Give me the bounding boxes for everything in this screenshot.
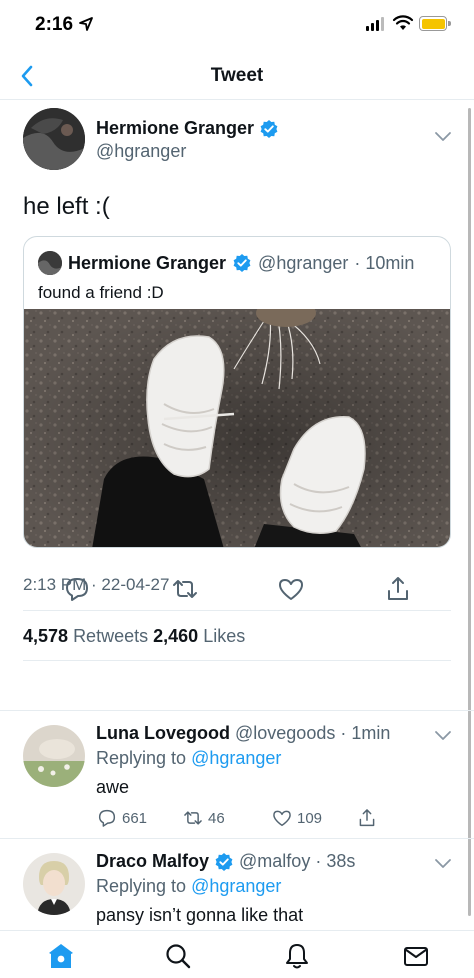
tweet-stats[interactable]: 4,578 Retweets 2,460 Likes xyxy=(23,626,245,647)
tweet-text: he left :( xyxy=(23,193,110,220)
search-icon[interactable] xyxy=(163,941,193,971)
chevron-down-icon[interactable] xyxy=(433,857,453,871)
retweets-label: Retweets xyxy=(73,626,149,646)
messages-icon[interactable] xyxy=(401,941,431,971)
share-icon xyxy=(359,809,375,827)
quoted-tweet[interactable]: Hermione Granger @hgranger · 10min found… xyxy=(23,236,451,548)
replying-to: Replying to @hgranger xyxy=(96,748,281,769)
retweet-count: 46 xyxy=(208,809,225,827)
author-name[interactable]: Hermione Granger xyxy=(96,118,279,139)
reply-author-name: Draco Malfoy xyxy=(96,851,210,871)
reply-icon xyxy=(98,809,116,827)
author-name-text: Hermione Granger xyxy=(96,118,255,138)
quoted-tweet-header: Hermione Granger @hgranger · 10min xyxy=(38,251,414,275)
reply-author-name: Luna Lovegood xyxy=(96,723,230,743)
like-count: 109 xyxy=(297,809,323,827)
reply-action-bar: 661 46 109 xyxy=(96,807,396,833)
verified-badge-icon xyxy=(233,254,251,272)
reply-time: · 1min xyxy=(340,723,391,743)
chevron-down-icon[interactable] xyxy=(433,130,453,144)
reply-retweet-button[interactable]: 46 xyxy=(182,807,225,829)
reply-avatar[interactable] xyxy=(23,725,85,787)
reply-icon[interactable] xyxy=(62,574,92,604)
bottom-tab-bar xyxy=(0,930,474,978)
like-icon xyxy=(273,810,291,827)
quoted-author-name: Hermione Granger xyxy=(68,252,227,273)
battery-icon xyxy=(419,16,451,31)
likes-label: Likes xyxy=(203,626,246,646)
author-handle[interactable]: @hgranger xyxy=(96,141,186,162)
reply-share-button[interactable] xyxy=(356,807,378,829)
reply-avatar[interactable] xyxy=(23,853,85,915)
verified-badge-icon xyxy=(215,852,233,871)
reply-time: · 38s xyxy=(315,851,356,871)
quoted-author-avatar xyxy=(38,251,62,275)
reply-author[interactable]: Draco Malfoy @malfoy · 38s xyxy=(96,851,355,872)
replying-to-mention[interactable]: @hgranger xyxy=(191,876,281,896)
quoted-tweet-time: · 10min xyxy=(354,252,415,273)
replying-prefix: Replying to xyxy=(96,876,187,896)
share-icon[interactable] xyxy=(383,574,413,604)
signal-icon xyxy=(366,17,384,31)
verified-badge-icon xyxy=(260,119,278,138)
quoted-tweet-text: found a friend :D xyxy=(38,283,164,302)
reply-author-handle: @malfoy xyxy=(239,851,311,871)
reply-like-button[interactable]: 109 xyxy=(271,807,322,829)
retweets-count: 4,578 xyxy=(23,626,69,646)
status-time: 2:16 xyxy=(35,14,74,35)
divider xyxy=(0,710,474,711)
reply-count: 661 xyxy=(122,809,148,827)
quoted-author-handle: @hgranger xyxy=(258,252,349,273)
reply-reply-button[interactable]: 661 xyxy=(96,807,147,829)
divider xyxy=(23,660,451,661)
reply-author[interactable]: Luna Lovegood @lovegoods · 1min xyxy=(96,723,390,744)
reply-author-handle: @lovegoods xyxy=(235,723,336,743)
reply-text: pansy isn’t gonna like that xyxy=(96,905,304,925)
status-bar: 2:16 xyxy=(0,0,474,50)
notifications-icon[interactable] xyxy=(282,941,312,971)
wifi-icon xyxy=(392,15,414,30)
quoted-tweet-photo[interactable] xyxy=(24,309,451,548)
retweet-icon xyxy=(184,811,202,825)
scrollbar[interactable] xyxy=(468,108,471,916)
replying-to-mention[interactable]: @hgranger xyxy=(191,748,281,768)
tweet-action-bar xyxy=(0,574,474,614)
nav-bar: Tweet xyxy=(0,52,474,100)
replying-to: Replying to @hgranger xyxy=(96,876,281,897)
location-arrow-icon xyxy=(79,17,93,31)
chevron-down-icon[interactable] xyxy=(433,729,453,743)
divider xyxy=(0,838,474,839)
replying-prefix: Replying to xyxy=(96,748,187,768)
page-title: Tweet xyxy=(210,65,264,86)
like-icon[interactable] xyxy=(276,574,306,604)
retweet-icon[interactable] xyxy=(170,574,200,604)
reply-text: awe xyxy=(96,777,130,797)
home-icon[interactable] xyxy=(46,941,76,971)
author-avatar[interactable] xyxy=(23,108,85,170)
likes-count: 2,460 xyxy=(153,626,199,646)
